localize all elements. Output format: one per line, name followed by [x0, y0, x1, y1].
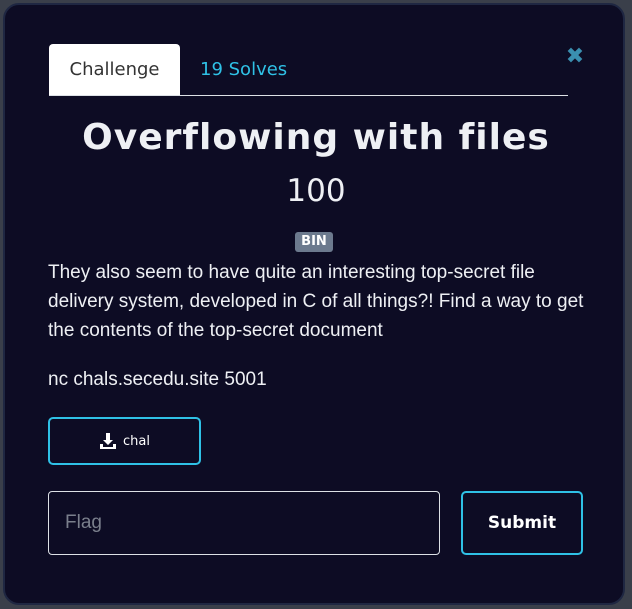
connection-info: nc chals.secedu.site 5001 [48, 369, 267, 390]
close-icon[interactable]: ✖ [564, 45, 586, 69]
download-file-button[interactable]: chal [48, 417, 201, 465]
challenge-value: 100 [286, 173, 346, 209]
tab-challenge[interactable]: Challenge [49, 44, 180, 95]
category-tag: BIN [295, 232, 333, 252]
submit-button[interactable]: Submit [461, 491, 583, 555]
download-icon [100, 433, 117, 449]
tab-solves[interactable]: 19 Solves [200, 44, 287, 95]
challenge-name: Overflowing with files [82, 117, 550, 158]
challenge-description: They also seem to have quite an interest… [48, 262, 584, 341]
download-file-label: chal [123, 433, 150, 449]
challenge-modal: Challenge 19 Solves ✖ Overflowing with f… [3, 3, 625, 605]
flag-input[interactable] [48, 491, 440, 555]
challenge-tabs: Challenge 19 Solves [49, 44, 568, 96]
